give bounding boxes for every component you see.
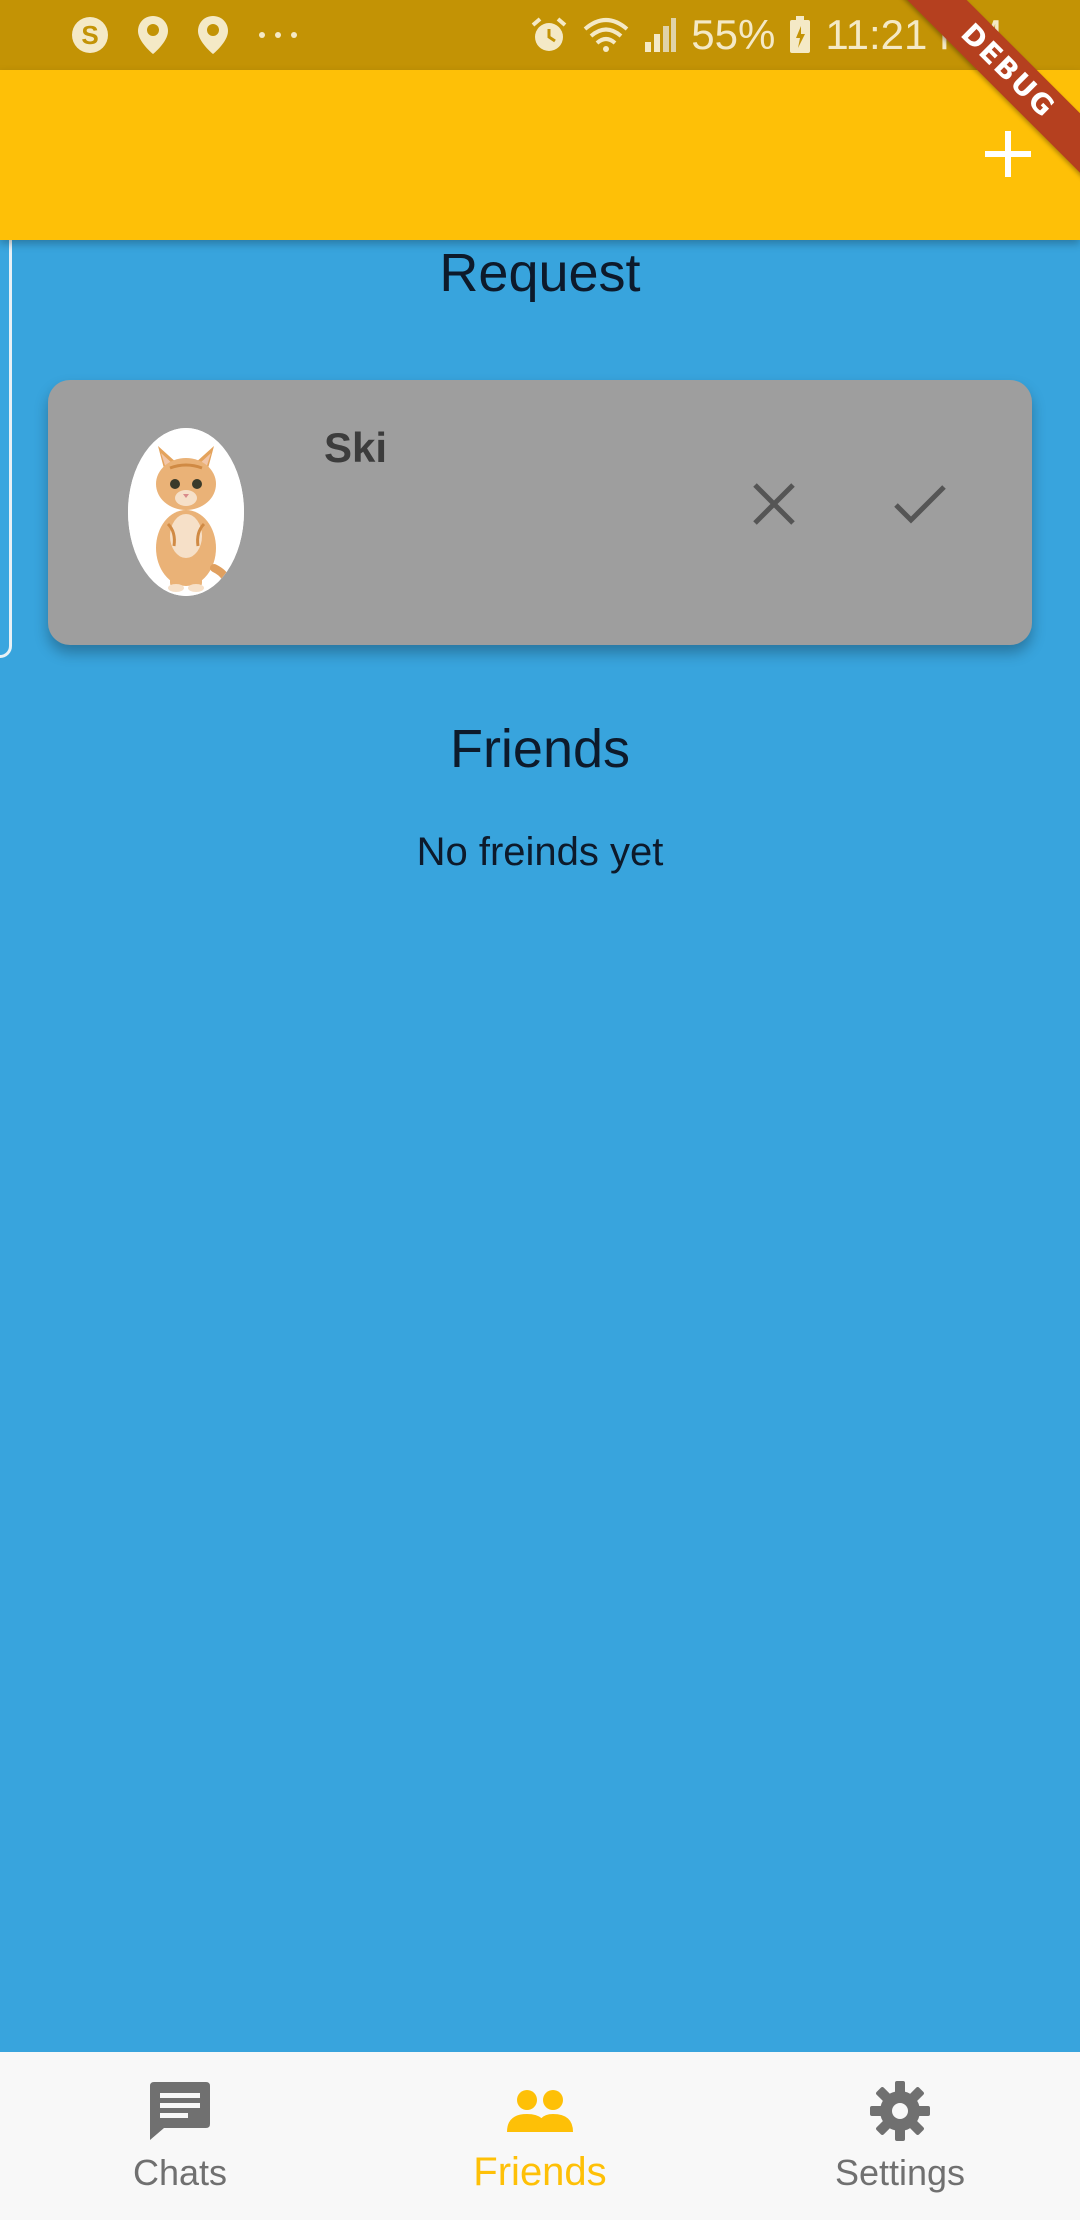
bottom-navigation: Chats Friends Settings xyxy=(0,2052,1080,2220)
close-icon xyxy=(751,481,797,532)
nav-item-chats[interactable]: Chats xyxy=(0,2052,360,2220)
avatar xyxy=(128,428,244,596)
signal-icon xyxy=(643,16,677,54)
chat-icon xyxy=(148,2078,212,2144)
notification-icons: S xyxy=(70,0,300,70)
svg-text:S: S xyxy=(81,20,98,50)
nav-label-friends: Friends xyxy=(473,2150,607,2194)
more-dots-icon xyxy=(256,29,300,41)
friend-request-card: Ski xyxy=(48,380,1032,645)
edge-panel-handle[interactable] xyxy=(0,218,12,658)
nav-label-chats: Chats xyxy=(132,2152,228,2193)
app-bar xyxy=(0,70,1080,240)
empty-friends-message: No freinds yet xyxy=(416,830,664,874)
request-section-title: Request xyxy=(439,243,641,303)
gear-icon xyxy=(869,2078,931,2144)
nav-item-friends[interactable]: Friends xyxy=(360,2052,720,2220)
people-icon xyxy=(505,2078,575,2144)
alarm-icon xyxy=(529,15,569,55)
app-notification-icon: S xyxy=(70,15,110,55)
cat-photo xyxy=(128,428,244,596)
location-icon xyxy=(196,14,230,56)
nav-item-settings[interactable]: Settings xyxy=(720,2052,1080,2220)
plus-icon xyxy=(984,130,1032,183)
nav-label-settings: Settings xyxy=(834,2152,966,2193)
check-icon xyxy=(892,483,948,530)
friends-section-title: Friends xyxy=(449,719,631,779)
requester-name: Ski xyxy=(324,424,388,471)
decline-request-button[interactable] xyxy=(732,464,816,548)
add-friend-button[interactable] xyxy=(972,120,1044,192)
battery-percent: 55% xyxy=(691,11,776,58)
location-icon xyxy=(136,14,170,56)
battery-icon xyxy=(789,16,811,54)
accept-request-button[interactable] xyxy=(878,464,962,548)
wifi-icon xyxy=(583,17,629,53)
